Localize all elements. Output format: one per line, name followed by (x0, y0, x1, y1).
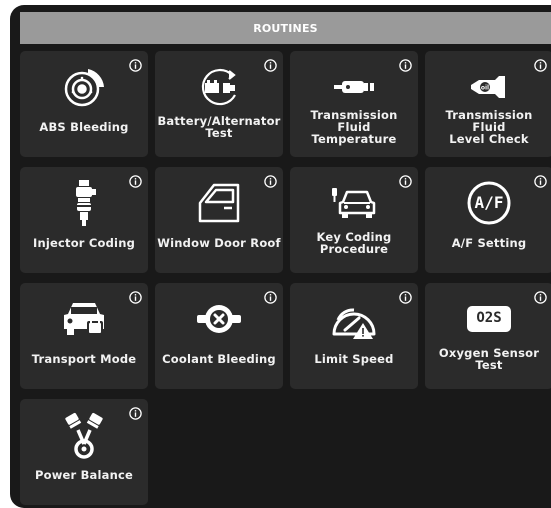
routine-tile-transmission-fluid-level-check[interactable]: oil Transmission Fluid Level Check (425, 51, 551, 157)
routine-label: A/F Setting (451, 236, 527, 250)
routine-tile-transport-mode[interactable]: Transport Mode (20, 283, 148, 389)
routine-label: Limit Speed (314, 352, 394, 366)
routine-label: Transport Mode (31, 352, 137, 366)
info-icon[interactable] (129, 57, 142, 72)
routine-tile-battery-alternator-test[interactable]: Battery/Alternator Test (155, 51, 283, 157)
icon-badge-text: O2S (476, 310, 502, 326)
info-icon[interactable] (399, 289, 412, 304)
routine-tile-coolant-bleeding[interactable]: Coolant Bleeding (155, 283, 283, 389)
routine-label: Injector Coding (32, 236, 136, 250)
coolant-icon (189, 297, 249, 341)
svg-text:oil: oil (481, 85, 489, 92)
routines-screen: ROUTINES ABS Bleeding Battery/Alternator… (10, 5, 551, 508)
pistons-icon (54, 412, 114, 459)
routine-label: Transmission Fluid Temperature (310, 108, 398, 146)
brake-disc-icon (54, 65, 114, 109)
fluid-temperature-icon (324, 65, 384, 109)
routine-tile-oxygen-sensor-test[interactable]: O2S Oxygen Sensor Test (425, 283, 551, 389)
routine-label: Oxygen Sensor Test (438, 346, 540, 372)
info-icon[interactable] (534, 173, 547, 188)
icon-badge-text: A/F (474, 193, 504, 212)
battery-alternator-icon (189, 65, 249, 109)
speedometer-warning-icon (324, 297, 384, 341)
routine-tile-key-coding-procedure[interactable]: Key Coding Procedure (290, 167, 418, 273)
routine-tile-injector-coding[interactable]: Injector Coding (20, 167, 148, 273)
routine-tile-transmission-fluid-temperature[interactable]: Transmission Fluid Temperature (290, 51, 418, 157)
page-title: ROUTINES (20, 12, 551, 44)
info-icon[interactable] (264, 57, 277, 72)
fluid-level-icon: oil (459, 65, 519, 109)
info-icon[interactable] (129, 289, 142, 304)
routine-label: Power Balance (34, 468, 134, 482)
routine-tile-limit-speed[interactable]: Limit Speed (290, 283, 418, 389)
routine-label: Coolant Bleeding (162, 352, 276, 366)
routine-label: Transmission Fluid Level Check (445, 108, 533, 146)
info-icon[interactable] (129, 405, 142, 420)
info-icon[interactable] (264, 173, 277, 188)
car-door-icon (189, 181, 249, 225)
info-icon[interactable] (534, 289, 547, 304)
routine-label: Window Door Roof (157, 236, 281, 250)
info-icon[interactable] (399, 57, 412, 72)
routine-label: Battery/Alternator Test (157, 114, 281, 140)
car-lock-icon (54, 297, 114, 341)
routine-tile-abs-bleeding[interactable]: ABS Bleeding (20, 51, 148, 157)
routine-label: Key Coding Procedure (316, 230, 392, 256)
info-icon[interactable] (264, 289, 277, 304)
routine-label: ABS Bleeding (39, 120, 129, 134)
routine-tile-power-balance[interactable]: Power Balance (20, 399, 148, 505)
routine-tile-window-door-roof[interactable]: Window Door Roof (155, 167, 283, 273)
info-icon[interactable] (399, 173, 412, 188)
info-icon[interactable] (534, 57, 547, 72)
o2s-sensor-icon: O2S (459, 297, 519, 341)
routine-tile-a-f-setting[interactable]: A/F A/F Setting (425, 167, 551, 273)
af-badge-icon: A/F (459, 181, 519, 225)
info-icon[interactable] (129, 173, 142, 188)
injector-icon (54, 180, 114, 226)
key-car-icon (324, 181, 384, 225)
